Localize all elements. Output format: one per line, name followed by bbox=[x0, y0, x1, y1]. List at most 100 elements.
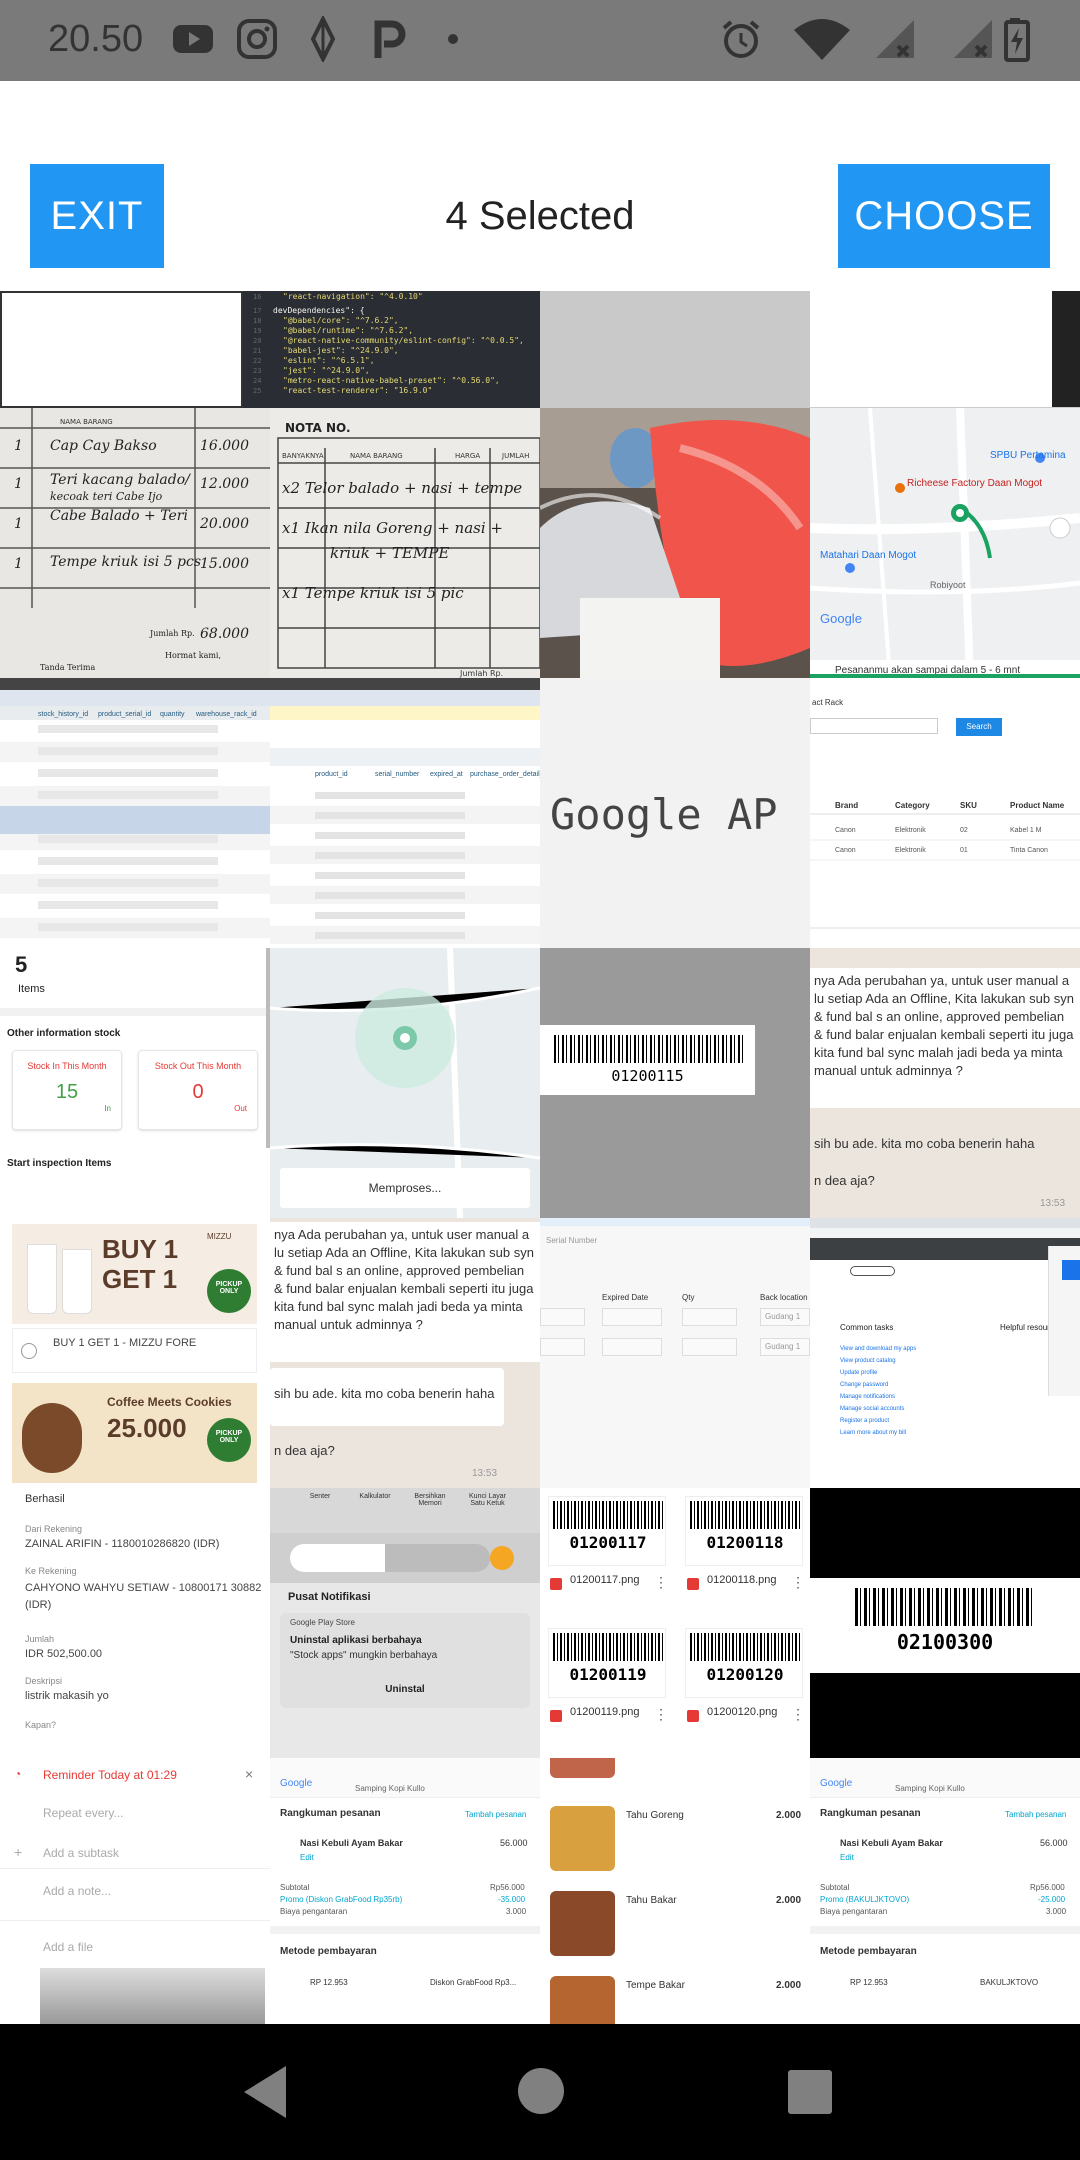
barcode-files-thumbnail[interactable]: 01200117 01200117.png ⋮ 01200118 01200118.pn… bbox=[540, 1488, 810, 1758]
svg-text:NAMA BARANG: NAMA BARANG bbox=[60, 418, 113, 426]
photo-grid: "react-navigation": "^4.0.10" devDepende… bbox=[0, 291, 1080, 2024]
image-file-icon bbox=[550, 1710, 562, 1722]
svg-text:Tinta Canon: Tinta Canon bbox=[1010, 847, 1048, 854]
svg-text:22: 22 bbox=[253, 357, 261, 365]
map-thumbnail[interactable]: Memproses... bbox=[270, 948, 540, 1218]
form-thumbnail[interactable]: Serial Number Expired Date Qty Back loca… bbox=[540, 1218, 810, 1488]
barcode-file-item[interactable]: 01200119 01200119.png ⋮ bbox=[548, 1628, 668, 1748]
photo-thumbnail[interactable]: 5 Items Other information stock Stock In… bbox=[0, 948, 270, 1218]
task-thumbnail[interactable]: Reminder Today at 01:29 × ◔ Repeat every… bbox=[0, 1758, 270, 2024]
chat-thumbnail[interactable]: nya Ada perubahan ya, untuk user manual … bbox=[270, 1218, 540, 1488]
wifi-icon bbox=[792, 16, 852, 62]
svg-text:"react-navigation": "^4.0.10": "react-navigation": "^4.0.10" bbox=[283, 292, 423, 301]
signal-icon bbox=[872, 16, 918, 62]
instagram-icon bbox=[234, 16, 280, 62]
photo-thumbnail[interactable]: product_id serial_number expired_at purchas… bbox=[270, 678, 540, 948]
more-icon[interactable]: ⋮ bbox=[654, 1574, 668, 1591]
photo-thumbnail[interactable] bbox=[0, 291, 243, 408]
task-link: Register a product bbox=[840, 1418, 890, 1424]
svg-text:Canon: Canon bbox=[835, 847, 856, 854]
svg-text:12.000: 12.000 bbox=[200, 476, 249, 492]
back-icon[interactable] bbox=[240, 2064, 290, 2125]
svg-text:SPBU Pertamina: SPBU Pertamina bbox=[990, 450, 1066, 461]
svg-text:quantity: quantity bbox=[160, 711, 185, 718]
svg-text:JUMLAH: JUMLAH bbox=[501, 452, 529, 460]
svg-text:x2 Telor balado + nasi + tempe: x2 Telor balado + nasi + tempe bbox=[282, 479, 522, 497]
choose-button[interactable]: CHOOSE bbox=[838, 164, 1050, 268]
status-time: 20.50 bbox=[48, 18, 144, 60]
barcode-file-item[interactable]: 01200118 01200118.png ⋮ bbox=[685, 1496, 805, 1616]
selected-count-title: 4 Selected bbox=[445, 194, 635, 238]
photo-thumbnail[interactable]: Google AP bbox=[540, 678, 810, 948]
task-link: Manage social accounts bbox=[840, 1406, 905, 1412]
order-thumbnail[interactable]: Google Samping Kopi Kullo Rangkuman pesa… bbox=[270, 1758, 540, 2024]
svg-text:1: 1 bbox=[14, 556, 23, 572]
more-icon[interactable]: ⋮ bbox=[654, 1706, 668, 1723]
svg-text:02: 02 bbox=[960, 827, 968, 834]
svg-text:1: 1 bbox=[14, 438, 23, 454]
svg-text:Kabel 1 M: Kabel 1 M bbox=[1010, 827, 1042, 834]
map-thumbnail[interactable]: Richeese Factory Daan Mogot SPBU Pertami… bbox=[810, 408, 1080, 678]
home-icon[interactable] bbox=[516, 2066, 566, 2121]
navigation-bar bbox=[0, 2024, 1080, 2160]
status-bar: 20.50 bbox=[0, 0, 1080, 81]
svg-text:15.000: 15.000 bbox=[200, 556, 249, 572]
svg-text:Matahari Daan Mogot: Matahari Daan Mogot bbox=[820, 550, 916, 561]
svg-text:kecoak teri Cabe Ijo: kecoak teri Cabe Ijo bbox=[50, 490, 163, 503]
task-link: Manage notifications bbox=[840, 1394, 896, 1400]
photo-thumbnail[interactable]: NOTA NO. BANYAKNYA NAMA BARANG HARGA JUM… bbox=[270, 408, 540, 678]
photo-thumbnail[interactable] bbox=[540, 408, 810, 678]
pocket-icon bbox=[366, 16, 412, 62]
promo-thumbnail[interactable]: BUY 1 GET 1 MIZZU PICKUP ONLY BUY 1 GET … bbox=[0, 1218, 270, 1488]
svg-text:purchase_order_detail_id: purchase_order_detail_id bbox=[470, 771, 540, 778]
svg-text:stock_history_id: stock_history_id bbox=[38, 711, 88, 718]
more-icon[interactable]: ⋮ bbox=[791, 1574, 805, 1591]
bell-icon: ◔ bbox=[14, 1767, 22, 1781]
food-list-thumbnail[interactable]: Tahu Goreng 2.000 Tahu Bakar 2.000 Tempe… bbox=[540, 1758, 810, 2024]
recents-icon[interactable] bbox=[786, 2068, 834, 2121]
svg-text:16.000: 16.000 bbox=[200, 438, 249, 454]
barcode-file-item[interactable]: 01200120 01200120.png ⋮ bbox=[685, 1628, 805, 1748]
svg-text:1: 1 bbox=[14, 516, 23, 532]
photo-thumbnail[interactable]: act Rack Search Brand Category SKU Product … bbox=[810, 678, 1080, 948]
photo-thumbnail[interactable]: 1 Cap Cay Bakso 16.000 1 Teri kacang balado… bbox=[0, 408, 270, 678]
notification-thumbnail[interactable]: Senter Kalkulator Bersihkan Memori Kunci… bbox=[270, 1488, 540, 1758]
svg-text:25: 25 bbox=[253, 387, 261, 395]
barcode-file-item[interactable]: 01200117 01200117.png ⋮ bbox=[548, 1496, 668, 1616]
svg-text:warehouse_rack_id: warehouse_rack_id bbox=[195, 711, 257, 718]
order-thumbnail[interactable]: Google Samping Kopi Kullo Rangkuman pesa… bbox=[810, 1758, 1080, 2024]
svg-text:Teri kacang balado/: Teri kacang balado/ bbox=[50, 472, 191, 488]
svg-text:20.000: 20.000 bbox=[199, 516, 249, 532]
photo-thumbnail[interactable] bbox=[810, 291, 1080, 408]
signal-icon bbox=[950, 16, 996, 62]
barcode-thumbnail[interactable]: 02100300 bbox=[810, 1488, 1080, 1758]
svg-text:x1 Ikan nila Goreng + nasi +: x1 Ikan nila Goreng + nasi + bbox=[282, 519, 503, 537]
svg-text:Cap Cay Bakso: Cap Cay Bakso bbox=[50, 438, 157, 454]
svg-text:Canon: Canon bbox=[835, 827, 856, 834]
svg-text:Memproses...: Memproses... bbox=[369, 1181, 442, 1195]
close-icon: × bbox=[245, 1766, 254, 1782]
svg-text:17: 17 bbox=[253, 307, 261, 315]
webpage-thumbnail[interactable]: Common tasks Helpful resources View and … bbox=[810, 1218, 1080, 1488]
alarm-icon bbox=[718, 16, 764, 62]
transfer-thumbnail[interactable]: Berhasil Dari Rekening ZAINAL ARIFIN - 1… bbox=[0, 1488, 270, 1758]
barcode-thumbnail[interactable]: 01200115 bbox=[540, 948, 810, 1218]
svg-text:68.000: 68.000 bbox=[200, 626, 249, 642]
svg-text:Cabe Balado + Teri: Cabe Balado + Teri bbox=[50, 508, 188, 524]
svg-text:serial_number: serial_number bbox=[375, 771, 420, 778]
svg-text:Hormat kami,: Hormat kami, bbox=[165, 651, 221, 660]
dot-icon bbox=[430, 16, 476, 62]
svg-text:BANYAKNYA: BANYAKNYA bbox=[282, 452, 324, 460]
svg-text:Robiyoot: Robiyoot bbox=[930, 580, 966, 590]
more-icon[interactable]: ⋮ bbox=[791, 1706, 805, 1723]
svg-text:x1 Tempe kriuk isi 5 pic: x1 Tempe kriuk isi 5 pic bbox=[282, 584, 464, 602]
chat-thumbnail[interactable]: nya Ada perubahan ya, untuk user manual … bbox=[810, 948, 1080, 1218]
photo-thumbnail[interactable]: "react-navigation": "^4.0.10" devDepende… bbox=[243, 291, 540, 408]
photo-thumbnail[interactable] bbox=[540, 291, 810, 408]
nota-title: NOTA NO. bbox=[285, 421, 351, 435]
app-icon bbox=[300, 16, 346, 62]
svg-text:Jumlah Rp.: Jumlah Rp. bbox=[459, 669, 503, 678]
photo-thumbnail[interactable]: stock_history_id product_serial_id quantit… bbox=[0, 678, 270, 948]
svg-text:Elektronik: Elektronik bbox=[895, 827, 926, 834]
exit-button[interactable]: EXIT bbox=[30, 164, 164, 268]
